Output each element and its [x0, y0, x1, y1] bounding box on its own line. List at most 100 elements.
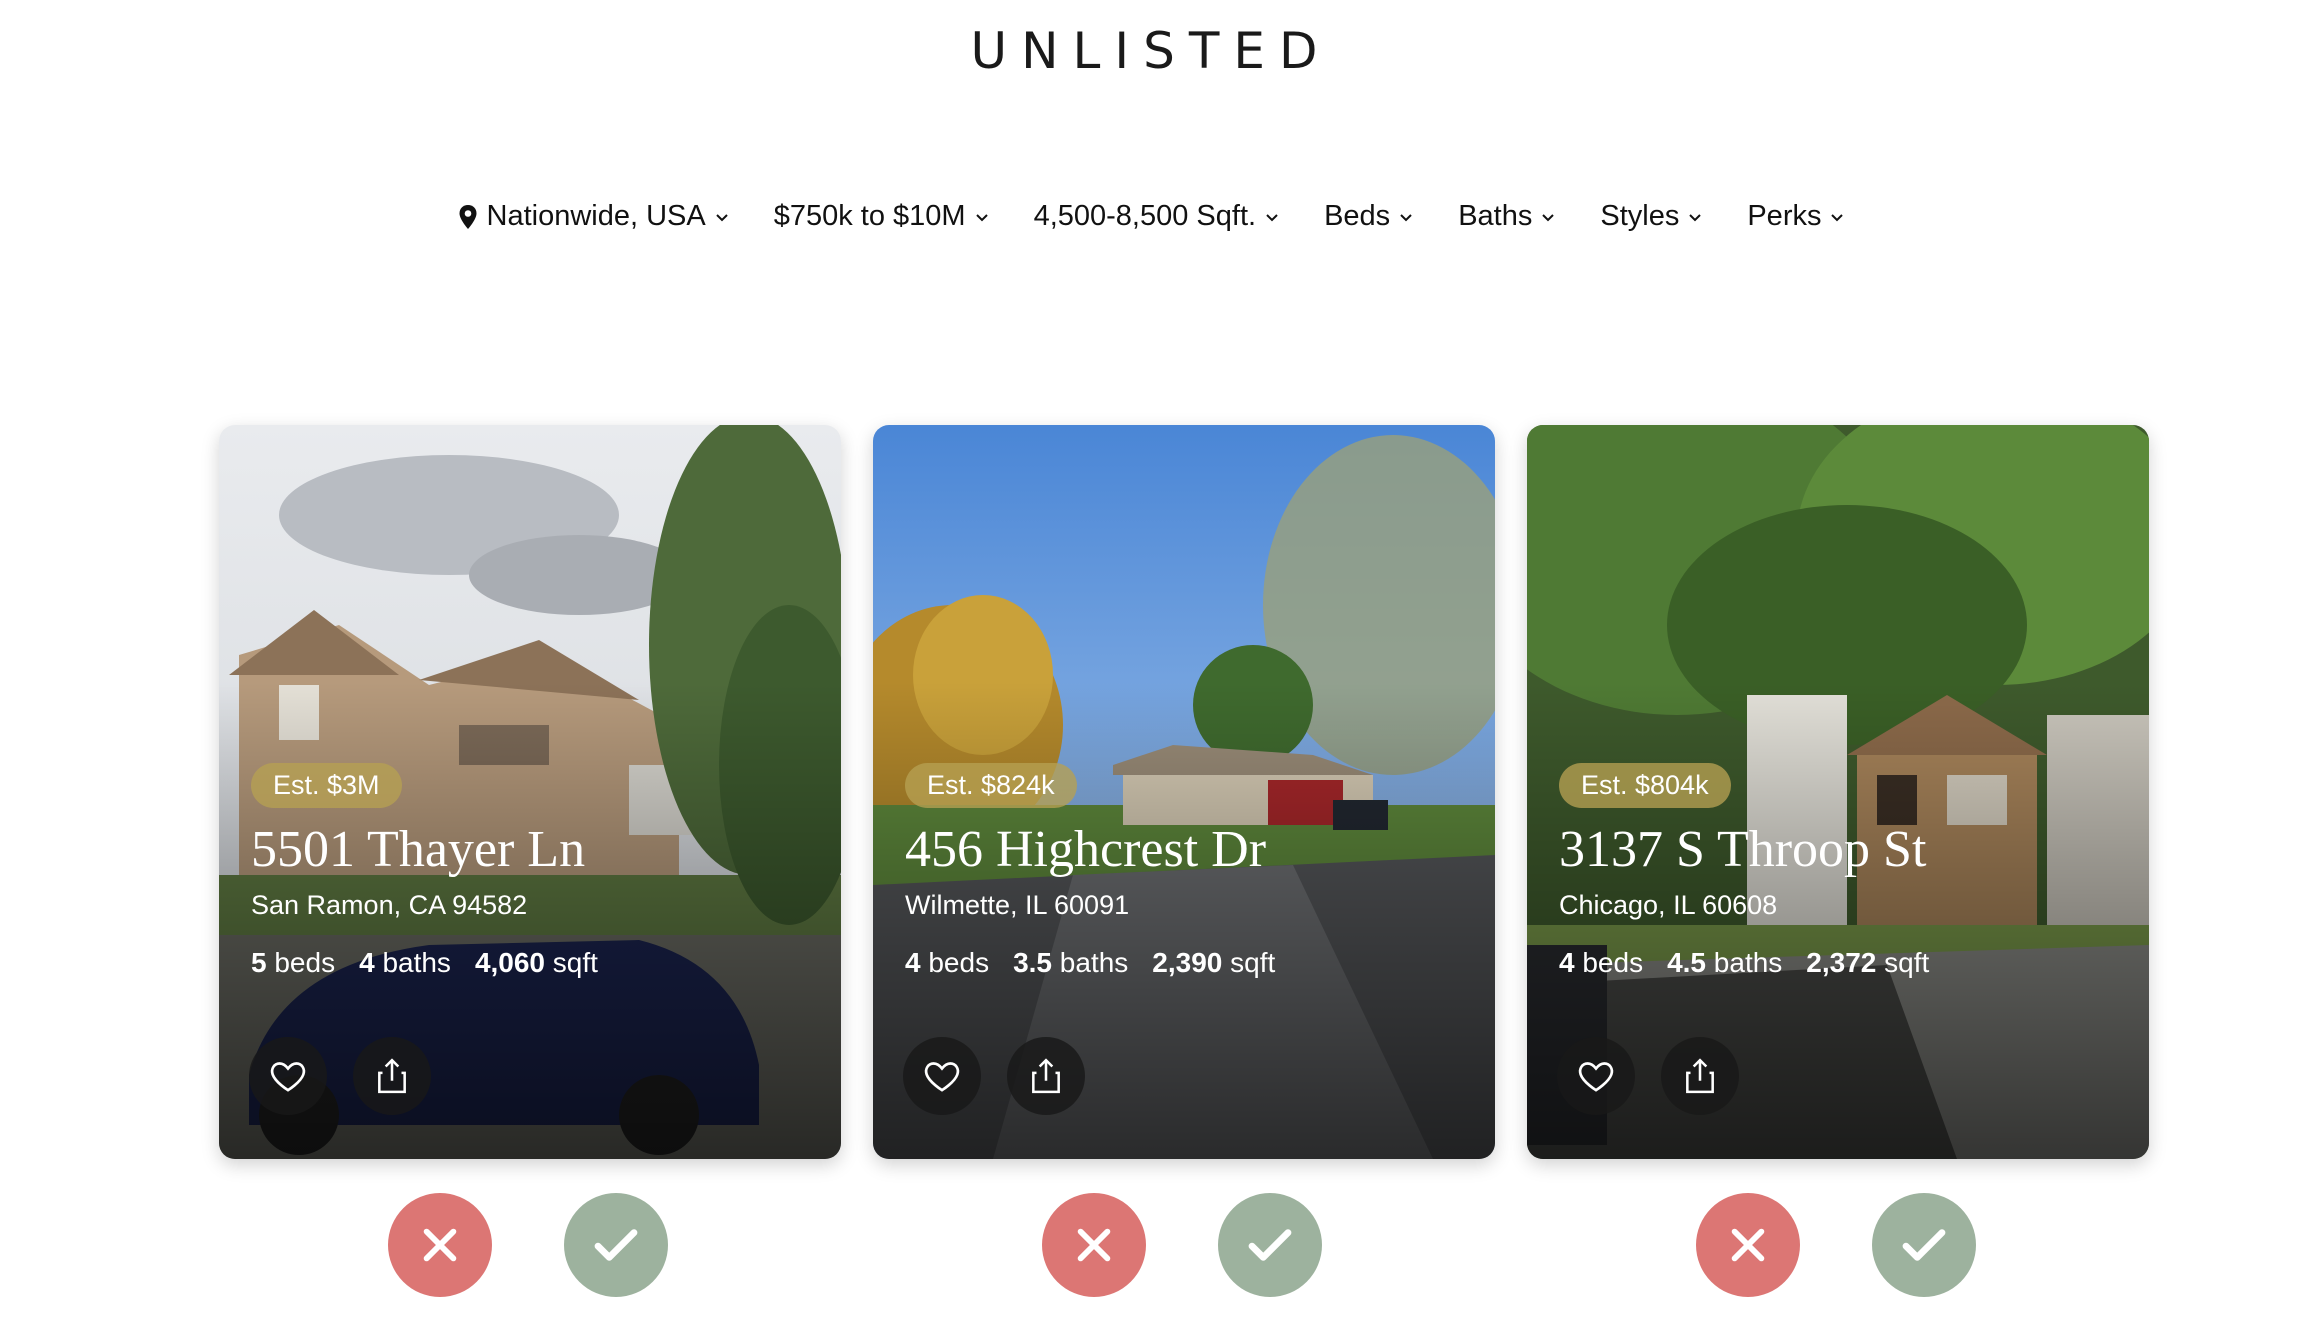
listing-info: Est. $3M 5501 Thayer Ln San Ramon, CA 94…: [251, 763, 817, 979]
listing-address: 456 Highcrest Dr: [905, 821, 1267, 878]
filter-price-label: $750k to $10M: [773, 200, 966, 232]
location-pin-icon: [459, 204, 476, 229]
stat-baths: 3.5 baths: [1013, 947, 1128, 979]
card-actions: [1557, 1037, 1739, 1115]
filter-bar: Nationwide, USA $750k to $10M 4,500-8,50…: [0, 200, 2302, 233]
listing-city: Chicago, IL 60608: [1559, 890, 1778, 920]
chevron-down-icon: [716, 213, 728, 221]
reject-button[interactable]: [1042, 1193, 1146, 1297]
chevron-down-icon: [1689, 213, 1702, 221]
estimate-badge: Est. $824k: [905, 763, 1077, 808]
chevron-down-icon: [1400, 213, 1412, 221]
share-button[interactable]: [1661, 1037, 1739, 1115]
filter-price[interactable]: $750k to $10M: [774, 200, 990, 233]
check-icon: [1902, 1229, 1946, 1261]
favorite-button[interactable]: [249, 1037, 327, 1115]
reject-button[interactable]: [1696, 1193, 1800, 1297]
chevron-down-icon: [975, 213, 988, 221]
share-button[interactable]: [353, 1037, 431, 1115]
estimate-badge: Est. $3M: [251, 763, 402, 808]
beds-label: beds: [274, 947, 336, 978]
sqft-value: 2,390: [1152, 947, 1223, 978]
baths-value: 4: [359, 947, 375, 978]
beds-label: beds: [1582, 947, 1644, 978]
filter-beds-label: Beds: [1324, 200, 1391, 232]
beds-value: 4: [905, 947, 921, 978]
baths-label: baths: [382, 947, 451, 978]
baths-value: 4.5: [1667, 947, 1707, 978]
filter-baths[interactable]: Baths: [1458, 200, 1556, 233]
filter-baths-label: Baths: [1458, 200, 1533, 232]
heart-icon: [270, 1062, 306, 1092]
baths-value: 3.5: [1013, 947, 1053, 978]
chevron-down-icon: [1831, 213, 1844, 221]
stat-sqft: 2,372 sqft: [1806, 947, 1929, 979]
listing-address: 5501 Thayer Ln: [251, 821, 586, 878]
filter-location[interactable]: Nationwide, USA: [457, 200, 730, 233]
accept-button[interactable]: [564, 1193, 668, 1297]
reject-button[interactable]: [388, 1193, 492, 1297]
filter-sqft[interactable]: 4,500-8,500 Sqft.: [1034, 200, 1281, 233]
filter-perks[interactable]: Perks: [1747, 200, 1845, 233]
decision-buttons: [1042, 1193, 1322, 1297]
sqft-label: sqft: [1230, 947, 1276, 978]
baths-label: baths: [1059, 947, 1129, 978]
estimate-badge: Est. $804k: [1559, 763, 1731, 808]
check-icon: [594, 1229, 638, 1261]
listing-stats: 5 beds 4 baths 4,060 sqft: [251, 947, 817, 979]
filter-location-label: Nationwide, USA: [486, 200, 706, 232]
filter-sqft-label: 4,500-8,500 Sqft.: [1033, 200, 1257, 232]
listing-city: Wilmette, IL 60091: [905, 890, 1130, 920]
decision-buttons: [1696, 1193, 1976, 1297]
baths-label: baths: [1713, 947, 1783, 978]
close-icon: [423, 1228, 457, 1262]
filter-styles[interactable]: Styles: [1600, 200, 1703, 233]
filter-perks-label: Perks: [1747, 200, 1822, 232]
stat-baths: 4 baths: [359, 947, 451, 979]
accept-button[interactable]: [1872, 1193, 1976, 1297]
check-icon: [1248, 1229, 1292, 1261]
stat-beds: 4 beds: [905, 947, 989, 979]
heart-icon: [924, 1062, 960, 1092]
stat-sqft: 4,060 sqft: [475, 947, 598, 979]
listing-city: San Ramon, CA 94582: [251, 890, 528, 920]
listing-cards: Est. $3M 5501 Thayer Ln San Ramon, CA 94…: [219, 425, 2149, 1159]
close-icon: [1731, 1228, 1765, 1262]
listing-stats: 4 beds 4.5 baths 2,372 sqft: [1559, 947, 2125, 979]
sqft-value: 2,372: [1806, 947, 1877, 978]
sqft-label: sqft: [1884, 947, 1930, 978]
listing-info: Est. $824k 456 Highcrest Dr Wilmette, IL…: [905, 763, 1471, 979]
share-icon: [1032, 1058, 1060, 1094]
listing-card[interactable]: Est. $3M 5501 Thayer Ln San Ramon, CA 94…: [219, 425, 841, 1159]
stat-beds: 4 beds: [1559, 947, 1643, 979]
listing-info: Est. $804k 3137 S Throop St Chicago, IL …: [1559, 763, 2125, 979]
heart-icon: [1578, 1062, 1614, 1092]
listing-card[interactable]: Est. $804k 3137 S Throop St Chicago, IL …: [1527, 425, 2149, 1159]
favorite-button[interactable]: [1557, 1037, 1635, 1115]
card-actions: [903, 1037, 1085, 1115]
favorite-button[interactable]: [903, 1037, 981, 1115]
beds-value: 4: [1559, 947, 1575, 978]
brand-logo[interactable]: UNLISTED: [0, 22, 2302, 80]
sqft-label: sqft: [552, 947, 598, 978]
share-button[interactable]: [1007, 1037, 1085, 1115]
listing-card[interactable]: Est. $824k 456 Highcrest Dr Wilmette, IL…: [873, 425, 1495, 1159]
accept-button[interactable]: [1218, 1193, 1322, 1297]
chevron-down-icon: [1542, 213, 1555, 221]
close-icon: [1077, 1228, 1111, 1262]
listing-stats: 4 beds 3.5 baths 2,390 sqft: [905, 947, 1471, 979]
share-icon: [1686, 1058, 1714, 1094]
filter-beds[interactable]: Beds: [1324, 200, 1414, 233]
filter-styles-label: Styles: [1600, 200, 1680, 232]
stat-baths: 4.5 baths: [1667, 947, 1782, 979]
stat-sqft: 2,390 sqft: [1152, 947, 1275, 979]
stat-beds: 5 beds: [251, 947, 335, 979]
share-icon: [378, 1058, 406, 1094]
card-actions: [249, 1037, 431, 1115]
chevron-down-icon: [1266, 213, 1278, 221]
beds-label: beds: [928, 947, 990, 978]
beds-value: 5: [251, 947, 267, 978]
listing-address: 3137 S Throop St: [1559, 821, 1927, 878]
sqft-value: 4,060: [474, 947, 546, 978]
decision-buttons: [388, 1193, 668, 1297]
